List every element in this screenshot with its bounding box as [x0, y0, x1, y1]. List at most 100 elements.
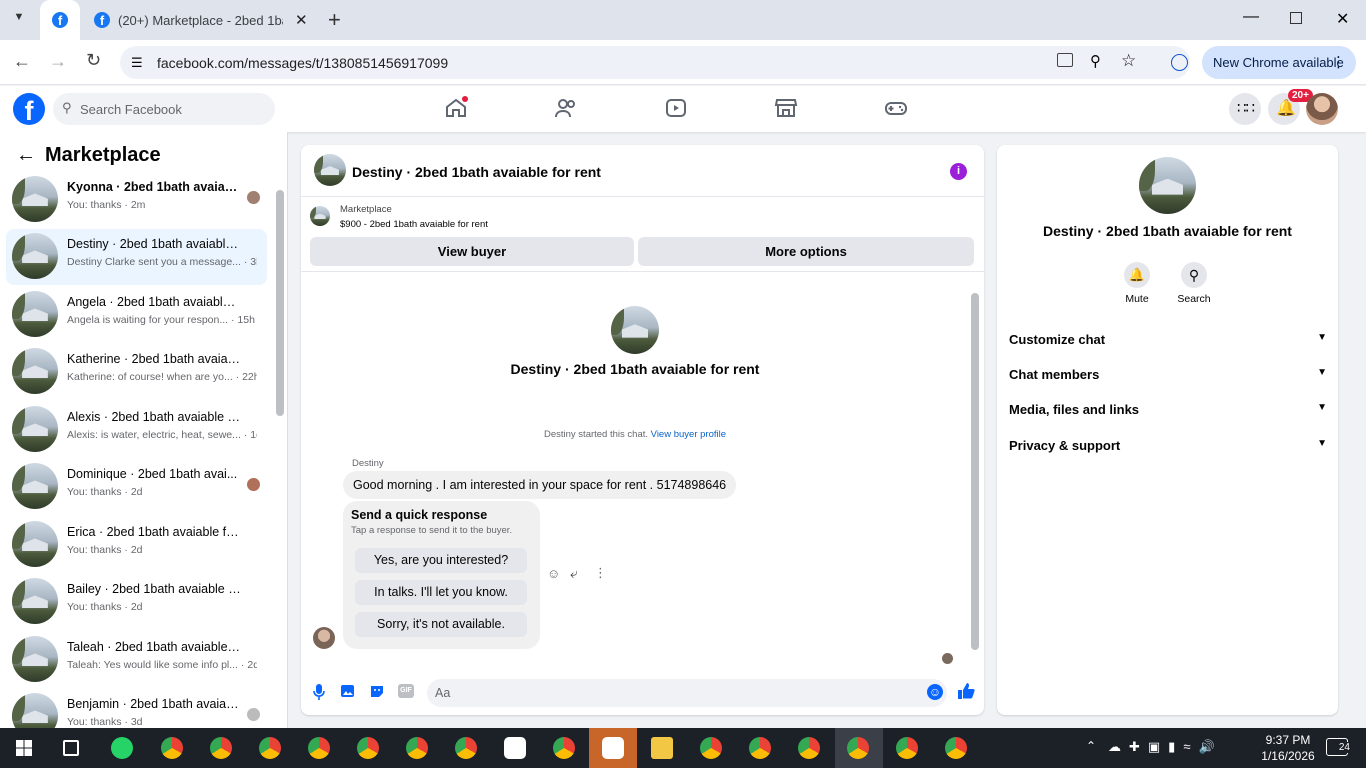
avatar — [12, 291, 58, 337]
sticker-icon[interactable] — [369, 683, 385, 699]
clock[interactable]: 9:37 PM 1/16/2026 — [1256, 732, 1320, 764]
notifications-button[interactable]: 🔔 20+ — [1268, 89, 1313, 125]
chrome-icon[interactable] — [259, 737, 281, 759]
reply-icon[interactable]: ⤶ — [570, 565, 578, 582]
menu-grid-button[interactable]: ∷∷ — [1229, 93, 1261, 125]
sidebar-scrollbar[interactable] — [276, 190, 284, 416]
search-in-chat-button[interactable]: ⚲ Search — [1174, 262, 1214, 305]
tab-facebook[interactable]: f — [40, 0, 80, 40]
capcut-icon[interactable] — [602, 737, 624, 759]
chat-members-section[interactable]: Chat members ▼ — [1009, 367, 1329, 382]
show-hidden-icons-icon[interactable]: ⌃ — [1086, 739, 1096, 753]
conversation-item[interactable]: Angela · 2bed 1bath avaiable fo... Angel… — [6, 287, 267, 343]
bookmark-star-icon[interactable]: ☆ — [1121, 51, 1136, 71]
more-actions-icon[interactable]: ⋮ — [594, 565, 607, 581]
new-chrome-available-button[interactable]: New Chrome available ⋮ — [1202, 46, 1356, 79]
avatar[interactable] — [1139, 157, 1196, 214]
omnibox[interactable]: ☰ facebook.com/messages/t/13808514569170… — [120, 46, 1190, 79]
gaming-icon[interactable] — [884, 96, 908, 120]
info-icon[interactable]: i — [950, 163, 967, 180]
tab-close-icon[interactable]: ✕ — [295, 11, 308, 29]
conversation-item[interactable]: Bailey · 2bed 1bath avaiable for ... You… — [6, 574, 267, 630]
capcut-icon[interactable] — [504, 737, 526, 759]
whatsapp-icon[interactable] — [111, 737, 133, 759]
react-icon[interactable]: ☺ — [547, 566, 560, 581]
quick-response-not-available[interactable]: Sorry, it's not available. — [355, 612, 527, 637]
customize-chat-section[interactable]: Customize chat ▼ — [1009, 332, 1329, 347]
chat-title[interactable]: Destiny · 2bed 1bath avaiable for rent — [352, 164, 601, 180]
view-buyer-profile-link[interactable]: View buyer profile — [651, 429, 726, 440]
site-info-icon[interactable]: ☰ — [131, 55, 143, 71]
privacy-support-section[interactable]: Privacy & support ▼ — [1009, 438, 1329, 453]
forward-icon[interactable]: → — [49, 51, 67, 72]
chrome-menu-icon[interactable]: ⋮ — [1331, 53, 1346, 71]
chrome-icon[interactable] — [847, 737, 869, 759]
zoom-icon[interactable]: ⚲ — [1090, 52, 1101, 70]
avatar — [12, 521, 58, 567]
microphone-icon[interactable] — [312, 683, 326, 701]
notification-center-icon[interactable]: 24 — [1326, 738, 1351, 756]
profile-icon[interactable] — [1171, 54, 1188, 71]
thumbs-up-icon[interactable] — [957, 682, 975, 700]
account-avatar[interactable] — [1306, 93, 1338, 125]
friends-icon[interactable] — [554, 96, 578, 120]
restore-button[interactable] — [1290, 12, 1302, 24]
conversation-item[interactable]: Taleah · 2bed 1bath avaiable for... Tale… — [6, 632, 267, 688]
chrome-icon[interactable] — [798, 737, 820, 759]
back-icon[interactable]: ← — [13, 51, 31, 72]
quick-response-yes[interactable]: Yes, are you interested? — [355, 548, 527, 573]
minimize-button[interactable]: — — [1243, 8, 1259, 26]
chrome-icon[interactable] — [896, 737, 918, 759]
chrome-icon[interactable] — [945, 737, 967, 759]
task-view-icon[interactable] — [63, 740, 79, 756]
message-input[interactable]: Aa ☺ — [427, 679, 947, 707]
conversation-item[interactable]: Benjamin · 2bed 1bath avaiab... You: tha… — [6, 689, 267, 728]
conversation-item[interactable]: Dominique · 2bed 1bath avai... You: than… — [6, 459, 267, 515]
video-icon[interactable] — [664, 96, 688, 120]
chrome-icon[interactable] — [308, 737, 330, 759]
media-files-links-section[interactable]: Media, files and links ▼ — [1009, 402, 1329, 417]
tab-search-button[interactable]: ▼ — [8, 11, 30, 29]
chrome-icon[interactable] — [406, 737, 428, 759]
more-options-button[interactable]: More options — [638, 237, 974, 266]
chrome-icon[interactable] — [357, 737, 379, 759]
view-buyer-button[interactable]: View buyer — [310, 237, 634, 266]
incoming-message[interactable]: Good morning . I am interested in your s… — [343, 471, 737, 499]
new-tab-button[interactable]: + — [328, 7, 341, 33]
avatar — [12, 636, 58, 682]
file-explorer-icon[interactable] — [651, 737, 673, 759]
photo-icon[interactable] — [340, 683, 356, 699]
chrome-icon[interactable] — [161, 737, 183, 759]
tray-icons[interactable]: ☁✚▣▮≈🔊 — [1108, 739, 1223, 755]
chrome-icon[interactable] — [455, 737, 477, 759]
chrome-icon[interactable] — [553, 737, 575, 759]
home-icon[interactable] — [444, 96, 468, 120]
listing-text[interactable]: $900 - 2bed 1bath avaiable for rent — [340, 219, 488, 230]
conversation-item-active[interactable]: Destiny · 2bed 1bath avaiable fo... Dest… — [6, 229, 267, 285]
facebook-logo-icon[interactable]: f — [13, 93, 45, 125]
conversation-item[interactable]: Erica · 2bed 1bath avaiable for r... You… — [6, 517, 267, 573]
marketplace-icon[interactable] — [774, 96, 798, 120]
conversation-item[interactable]: Kyonna · 2bed 1bath avaiable... You: tha… — [6, 172, 267, 228]
windows-start-icon[interactable] — [16, 740, 32, 756]
quick-response-title: Send a quick response — [351, 508, 488, 522]
reload-icon[interactable]: ↻ — [86, 50, 101, 71]
thread-scrollbar[interactable] — [971, 293, 979, 650]
quick-response-in-talks[interactable]: In talks. I'll let you know. — [355, 580, 527, 605]
conversation-item[interactable]: Alexis · 2bed 1bath avaiable for ... Ale… — [6, 402, 267, 458]
back-arrow-icon[interactable]: ← — [16, 144, 36, 167]
conversation-item[interactable]: Katherine · 2bed 1bath avaiable ... Kath… — [6, 344, 267, 400]
chrome-icon[interactable] — [700, 737, 722, 759]
url-text[interactable]: facebook.com/messages/t/1380851456917099 — [157, 55, 448, 71]
gif-icon[interactable]: GIF — [398, 684, 414, 698]
install-icon[interactable] — [1057, 53, 1073, 67]
mute-button[interactable]: 🔔 Mute — [1117, 262, 1157, 305]
emoji-icon[interactable]: ☺ — [927, 684, 943, 700]
close-window-button[interactable]: ✕ — [1336, 9, 1349, 29]
conversation-title: Katherine · 2bed 1bath avaiable ... — [67, 352, 242, 366]
chrome-icon[interactable] — [749, 737, 771, 759]
avatar[interactable] — [314, 154, 346, 186]
tab-marketplace[interactable]: f (20+) Marketplace - 2bed 1bath ✕ — [84, 0, 322, 40]
chrome-icon[interactable] — [210, 737, 232, 759]
search-facebook-input[interactable]: ⚲ Search Facebook — [53, 93, 275, 125]
